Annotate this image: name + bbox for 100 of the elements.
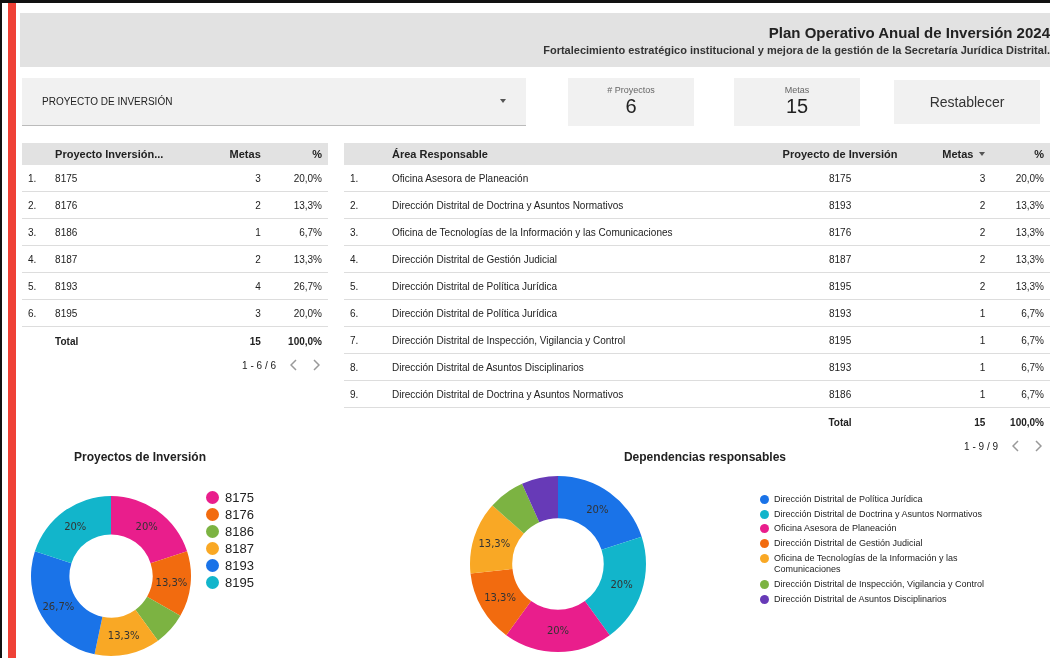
table-cell: 6,7%: [991, 326, 1050, 354]
total-cell: 100,0%: [266, 326, 328, 355]
row-number: 1.: [22, 165, 50, 192]
table-cell: 2: [209, 245, 267, 273]
total-label: Total: [759, 407, 922, 436]
pagination-text: 1 - 6 / 6: [242, 359, 276, 371]
column-header[interactable]: Metas: [921, 143, 992, 165]
table-cell: 1: [921, 353, 992, 381]
legend-label: Dirección Distrital de Política Jurídica: [774, 494, 923, 506]
table-cell: 13,3%: [991, 245, 1050, 273]
table-cell: 3: [209, 165, 267, 192]
table-cell: 13,3%: [991, 191, 1050, 219]
table-cell: Dirección Distrital de Doctrina y Asuntos Normativos: [386, 380, 760, 408]
table-cell: 8176: [49, 191, 210, 219]
table-cell: 2: [921, 272, 992, 300]
scorecard-value: 15: [785, 95, 809, 119]
table-cell: 8186: [49, 218, 210, 246]
table-cell: 8193: [49, 272, 210, 300]
table-cell: 1: [921, 326, 992, 354]
table-cell: 2: [921, 191, 992, 219]
chevron-right-icon[interactable]: [1034, 440, 1042, 452]
table-cell: 8193: [759, 191, 922, 219]
chevron-right-icon[interactable]: [312, 359, 320, 371]
slice-label: 26,7%: [42, 600, 75, 612]
chart-title: Dependencias responsables: [623, 450, 787, 464]
column-header: Área Responsable: [386, 143, 760, 165]
chevron-left-icon[interactable]: [1012, 440, 1020, 452]
row-number: 7.: [344, 326, 386, 354]
table-cell: 8193: [759, 353, 922, 381]
column-header: Proyecto de Inversión: [759, 143, 922, 165]
row-number: 3.: [344, 218, 386, 246]
table-cell: 8186: [759, 380, 922, 408]
sort-icon: [979, 152, 986, 156]
legend-label: Oficina Asesora de Planeación: [774, 523, 897, 536]
chevron-left-icon[interactable]: [290, 359, 298, 371]
table-cell: 3: [209, 299, 267, 327]
table-cell: 20,0%: [991, 165, 1050, 192]
scorecard-value: 6: [625, 95, 637, 119]
slice-label: 20%: [135, 521, 158, 533]
total-cell: 15: [921, 407, 992, 436]
chart-title: Proyectos de Inversión: [73, 450, 206, 464]
slice-label: 13,3%: [484, 591, 516, 603]
legend-label: 8186: [225, 524, 254, 539]
table-cell: 8176: [759, 218, 922, 246]
table-cell: 6,7%: [991, 380, 1050, 408]
legend-label: 8175: [225, 490, 254, 505]
legend-label: 8195: [225, 575, 254, 590]
row-number: 3.: [22, 218, 50, 246]
column-header: %: [991, 143, 1050, 165]
table-cell: 8187: [759, 245, 922, 273]
table-cell: 20,0%: [266, 299, 328, 327]
column-header: Proyecto Inversión...: [49, 143, 210, 165]
table-cell: 4: [209, 272, 267, 300]
slice-label: 20%: [586, 504, 609, 516]
total-cell: 100,0%: [991, 407, 1050, 436]
slice-label: 20%: [64, 521, 87, 533]
table-cell: 1: [209, 218, 267, 246]
row-number: 2.: [344, 191, 386, 219]
table-cell: Dirección Distrital de Doctrina y Asuntos Normativos: [386, 191, 760, 219]
table-cell: Oficina de Tecnologías de la Información y las Comunicaciones: [386, 218, 760, 246]
slice-label: 20%: [610, 579, 633, 590]
legend-label: 8193: [225, 558, 254, 573]
table-cell: 6,7%: [991, 353, 1050, 381]
column-header: Metas: [209, 143, 267, 165]
report-title: Plan Operativo Anual de Inversión 2024: [768, 23, 1050, 41]
row-number: 2.: [22, 191, 50, 219]
legend-label: Dirección Distrital de Gestión Judicial: [774, 538, 923, 550]
row-number: 4.: [22, 245, 50, 273]
table-cell: 26,7%: [266, 272, 328, 300]
table-cell: Dirección Distrital de Política Jurídica: [386, 299, 760, 327]
table-cell: 13,3%: [991, 218, 1050, 246]
project-dropdown[interactable]: PROYECTO DE INVERSIÓN: [22, 77, 526, 126]
scorecard-label: Metas: [784, 85, 810, 96]
table-cell: 6,7%: [991, 299, 1050, 327]
table-cell: 1: [921, 380, 992, 408]
row-number: 4.: [344, 245, 386, 273]
table-cell: 2: [921, 245, 992, 273]
row-number: 6.: [22, 299, 50, 327]
table-cell: 13,3%: [266, 191, 328, 219]
table-cell: Oficina Asesora de Planeación: [386, 165, 760, 192]
legend-label: 8187: [225, 541, 254, 556]
table-cell: Dirección Distrital de Política Jurídica: [386, 272, 760, 300]
reset-button[interactable]: Restablecer: [894, 79, 1040, 124]
table-cell: 8193: [759, 299, 922, 327]
row-number: 9.: [344, 380, 386, 408]
table-cell: 20,0%: [266, 165, 328, 192]
table-cell: 6,7%: [266, 218, 328, 246]
pagination-text: 1 - 9 / 9: [964, 440, 998, 452]
report-subtitle: Fortalecimiento estratégico institucional y mejora de la gestión de la Secretaría Jurídica Distrital.: [543, 43, 1050, 56]
slice-label: 13,3%: [478, 537, 511, 549]
table-cell: 3: [921, 165, 992, 192]
legend-label: Dirección Distrital de Doctrina y Asuntos Normativos: [774, 508, 983, 521]
table-cell: 2: [921, 218, 992, 246]
table-cell: 8187: [49, 245, 210, 273]
scorecard-label: # Proyectos: [607, 85, 655, 96]
table-cell: 2: [209, 191, 267, 219]
table-cell: 13,3%: [266, 245, 328, 273]
row-number: 8.: [344, 353, 386, 381]
row-number: 6.: [344, 299, 386, 327]
legend-label: 8176: [225, 507, 254, 522]
